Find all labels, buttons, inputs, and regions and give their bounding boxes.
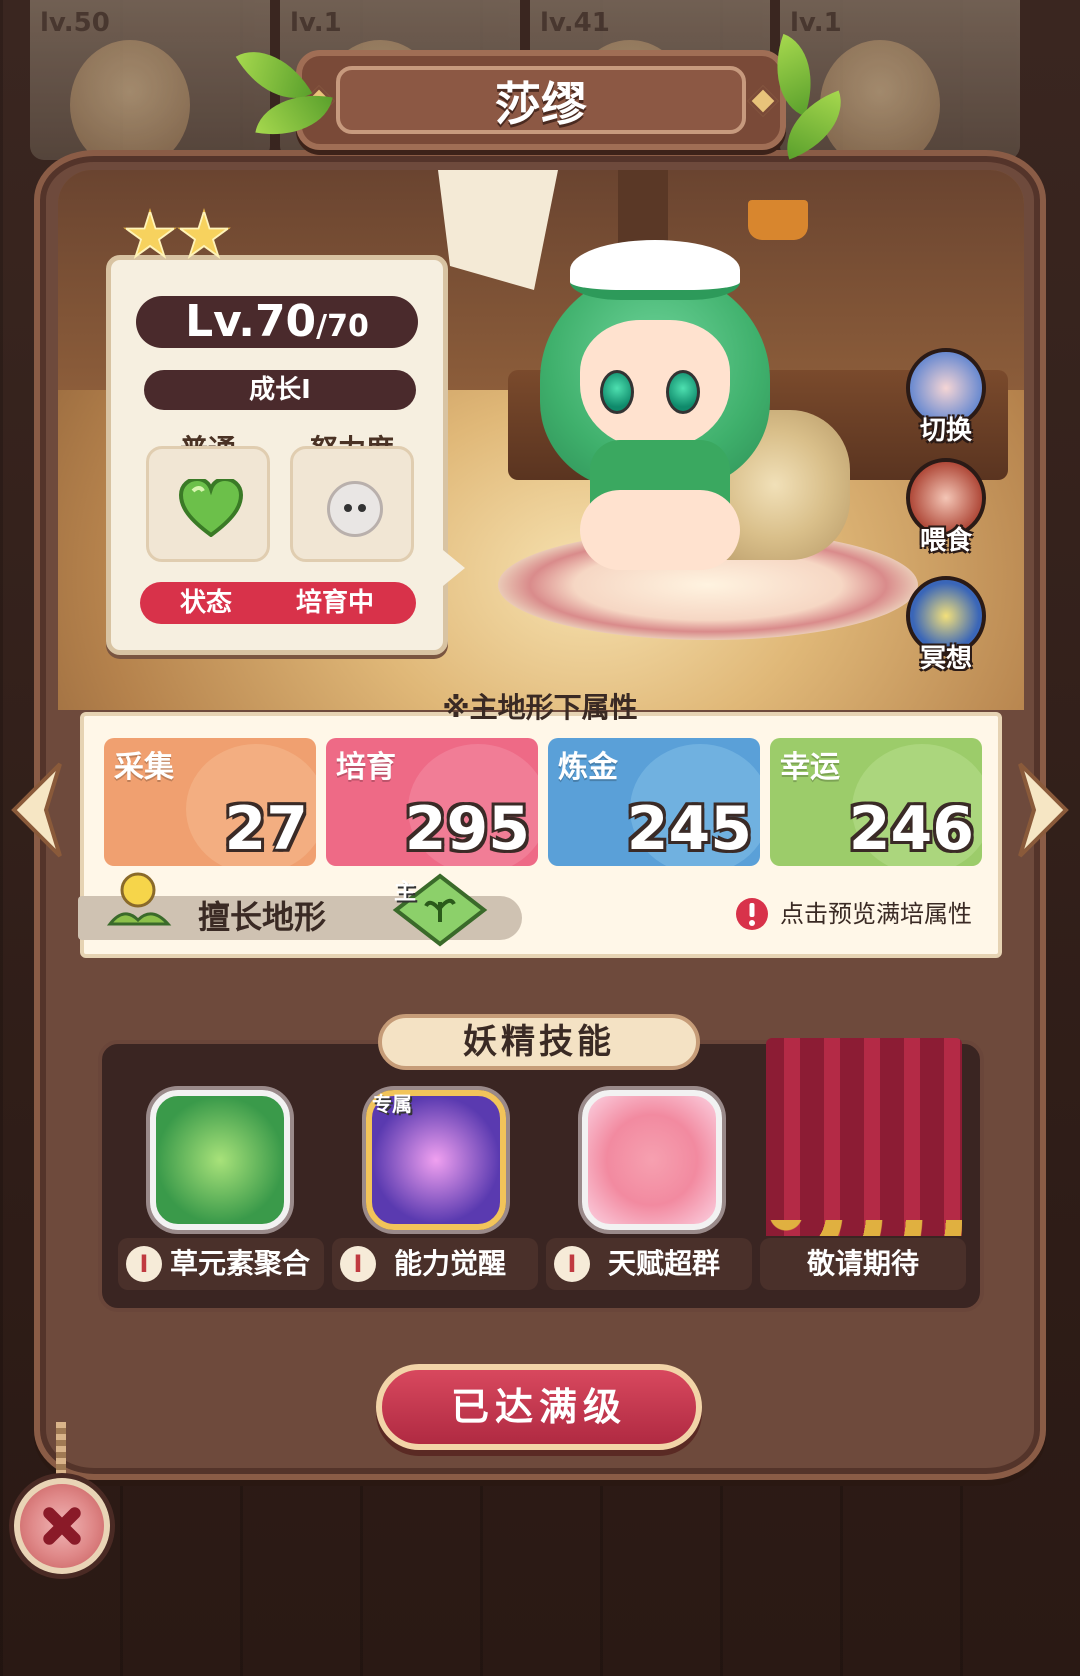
level-value: Lv.70 xyxy=(185,296,317,347)
character-level: lv.50 xyxy=(40,8,110,38)
attribute-value: 245 xyxy=(626,794,752,864)
name-plaque-inner: 莎缪 xyxy=(336,66,746,134)
attribute-label: 采集 xyxy=(114,750,174,785)
preview-hint-link[interactable]: 点击预览满培属性 xyxy=(780,894,972,934)
feed-button[interactable]: 喂食 xyxy=(906,458,986,556)
main-terrain-tag: 主 xyxy=(394,880,417,905)
type-box[interactable] xyxy=(146,446,270,562)
skill-level-badge: I xyxy=(340,1246,376,1282)
skill-name-2[interactable]: I 能力觉醒 xyxy=(332,1238,538,1290)
attribute-title: ※主地形下属性 xyxy=(442,691,638,724)
switch-label: 切换 xyxy=(919,416,972,446)
diamond-ornament xyxy=(747,85,779,117)
character-level: lv.1 xyxy=(290,8,342,38)
fairy-hat xyxy=(570,240,740,300)
attribute-label: 炼金 xyxy=(558,750,618,785)
skill-name-3[interactable]: I 天赋超群 xyxy=(546,1238,752,1290)
switch-button[interactable]: 切换 xyxy=(906,348,986,446)
meditate-label: 冥想 xyxy=(919,644,972,674)
character-level: lv.41 xyxy=(540,8,610,38)
level-display: Lv.70/70 xyxy=(136,296,418,348)
attribute-card-gather[interactable]: 采集 27 xyxy=(104,738,316,866)
close-button[interactable] xyxy=(14,1478,110,1574)
fairy-eye xyxy=(666,370,700,414)
curtain-locked-slot xyxy=(766,1038,962,1236)
exclusive-tag: 专属 xyxy=(372,1092,412,1116)
skill-label: 敬请期待 xyxy=(806,1247,919,1280)
meditate-button[interactable]: 冥想 xyxy=(906,576,986,674)
status-value: 培育中 xyxy=(296,588,375,618)
neutral-face-icon xyxy=(327,481,383,537)
max-level-label: 已达满级 xyxy=(450,1385,627,1429)
rope-decoration xyxy=(56,1422,66,1484)
character-level: lv.1 xyxy=(790,8,842,38)
fairy-eye xyxy=(600,370,634,414)
skill-label: 能力觉醒 xyxy=(394,1247,507,1280)
status-pill: 状态 培育中 xyxy=(140,582,416,624)
name-plaque: 莎缪 xyxy=(296,50,786,150)
skills-title: 妖精技能 xyxy=(463,1022,615,1062)
effort-box[interactable] xyxy=(290,446,414,562)
skill-name-1[interactable]: I 草元素聚合 xyxy=(118,1238,324,1290)
max-level-button[interactable]: 已达满级 xyxy=(376,1364,702,1450)
grass-swirl-skill-icon[interactable] xyxy=(150,1090,290,1230)
skill-name-4: 敬请期待 xyxy=(760,1238,966,1290)
sprout-icon xyxy=(106,872,172,926)
character-portrait xyxy=(70,40,190,160)
character-name: 莎缪 xyxy=(495,77,587,131)
prev-arrow-icon[interactable] xyxy=(6,760,66,860)
attribute-value: 295 xyxy=(404,794,530,864)
skill-label: 草元素聚合 xyxy=(170,1247,311,1280)
skills-title-plaque: 妖精技能 xyxy=(378,1014,700,1070)
terrain-label: 擅长地形 xyxy=(198,898,327,936)
next-arrow-icon[interactable] xyxy=(1014,760,1074,860)
fairy-legs xyxy=(580,490,740,570)
talent-skill-icon[interactable] xyxy=(582,1090,722,1230)
feed-label: 喂食 xyxy=(919,526,972,556)
attribute-card-breed[interactable]: 培育 295 xyxy=(326,738,538,866)
attribute-card-luck[interactable]: 幸运 246 xyxy=(770,738,982,866)
attribute-card-alchemy[interactable]: 炼金 245 xyxy=(548,738,760,866)
star-rating xyxy=(118,208,238,268)
attribute-value: 27 xyxy=(224,794,309,864)
fairy-character[interactable] xyxy=(520,210,850,590)
attribute-value: 246 xyxy=(848,794,974,864)
skill-level-badge: I xyxy=(126,1246,162,1282)
heart-icon xyxy=(179,479,243,537)
attribute-label: 培育 xyxy=(336,750,396,785)
character-card[interactable]: lv.50 xyxy=(30,0,270,160)
attribute-label: 幸运 xyxy=(780,750,840,785)
level-max: /70 xyxy=(316,309,369,344)
skill-label: 天赋超群 xyxy=(608,1247,721,1280)
growth-badge: 成长I xyxy=(144,370,416,410)
alert-icon xyxy=(736,898,768,930)
status-label: 状态 xyxy=(180,588,233,618)
skill-level-badge: I xyxy=(554,1246,590,1282)
